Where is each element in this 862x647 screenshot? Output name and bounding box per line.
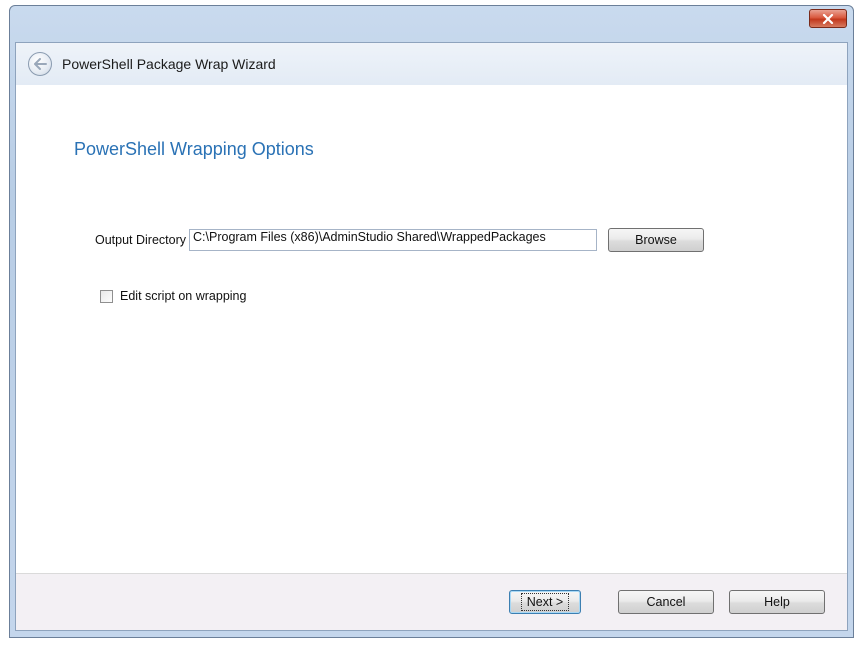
wizard-footer: Next > Cancel Help <box>16 573 847 630</box>
back-button[interactable] <box>28 52 52 76</box>
output-directory-input[interactable]: C:\Program Files (x86)\AdminStudio Share… <box>189 229 598 251</box>
next-button[interactable]: Next > <box>509 590 581 614</box>
output-directory-row: Output Directory C:\Program Files (x86)\… <box>95 226 705 254</box>
wizard-header: PowerShell Package Wrap Wizard <box>16 43 847 85</box>
output-directory-label: Output Directory <box>95 233 187 247</box>
close-icon <box>822 13 834 24</box>
close-button[interactable] <box>809 9 847 28</box>
cancel-button[interactable]: Cancel <box>618 590 714 614</box>
edit-script-checkbox[interactable] <box>100 289 113 303</box>
wizard-window: PowerShell Package Wrap Wizard PowerShel… <box>9 5 854 638</box>
title-bar[interactable] <box>10 6 853 42</box>
wizard-title: PowerShell Package Wrap Wizard <box>62 56 276 72</box>
wizard-client-area: PowerShell Package Wrap Wizard PowerShel… <box>15 42 848 631</box>
browse-button[interactable]: Browse <box>608 228 705 252</box>
page-title: PowerShell Wrapping Options <box>74 139 314 159</box>
edit-script-label[interactable]: Edit script on wrapping <box>120 289 246 303</box>
back-arrow-icon <box>34 58 47 70</box>
help-button[interactable]: Help <box>729 590 825 614</box>
next-button-label: Next > <box>520 593 570 611</box>
edit-script-row: Edit script on wrapping <box>100 289 246 303</box>
